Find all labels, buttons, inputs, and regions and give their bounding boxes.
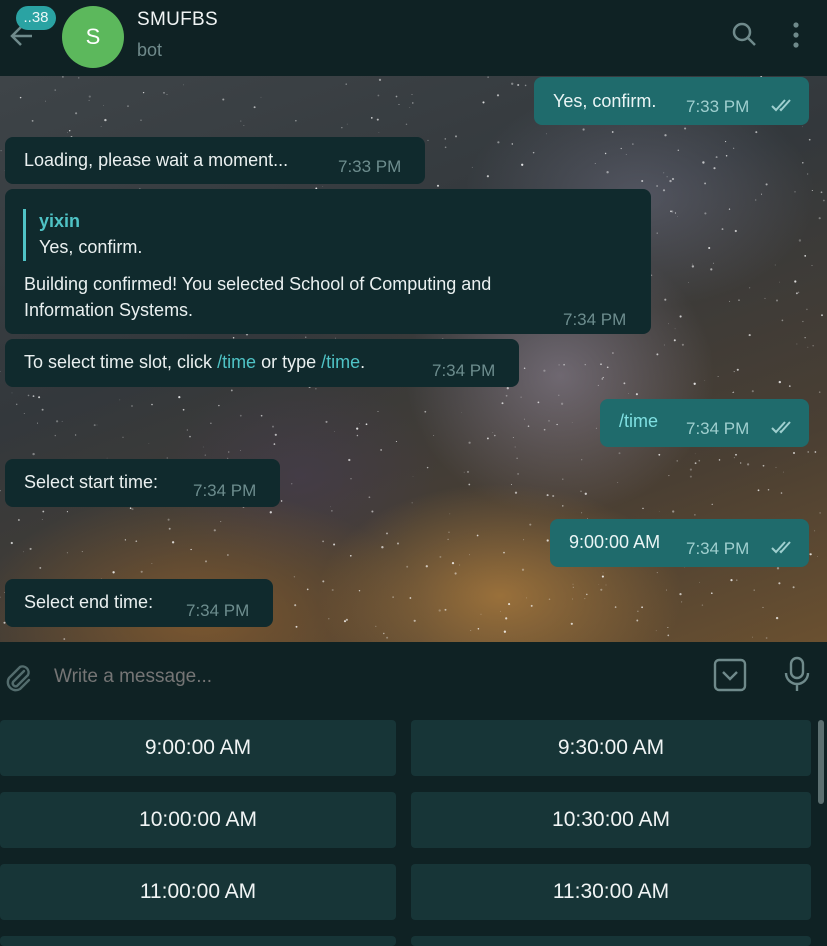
message-time: 7:34 PM [563,310,627,329]
message-text-part: or type [256,352,322,372]
avatar[interactable]: S [62,6,124,68]
bot-keyboard-toggle-icon[interactable] [713,658,747,692]
keyboard-button-time[interactable]: 11:00:00 AM [0,864,396,920]
message-time: 7:34 PM [686,419,750,438]
message-text: Loading, please wait a moment... [24,150,289,170]
message-text-part: To select time slot, click [24,352,218,372]
bot-reply-keyboard: 9:00:00 AM 9:30:00 AM 10:00:00 AM 10:30:… [0,712,827,946]
message-text: 9:00:00 AM [569,532,661,552]
message-text-line1: Building confirmed! You selected School … [24,274,492,294]
message-incoming[interactable]: Select end time: 7:34 PM [5,579,273,627]
microphone-icon[interactable] [782,656,812,694]
keyboard-button-time[interactable]: 11:30:00 AM [411,864,811,920]
message-outgoing[interactable]: Yes, confirm. 7:33 PM [534,77,809,125]
double-check-icon [771,541,791,554]
message-composer [0,642,827,712]
message-text: To select time slot, click /time or type… [24,349,365,375]
message-incoming-reply[interactable]: yixin Yes, confirm. Building confirmed! … [5,189,651,334]
keyboard-scrollbar[interactable] [818,720,824,804]
reply-author: yixin [39,211,81,231]
message-incoming[interactable]: Select start time: 7:34 PM [5,459,280,507]
message-input[interactable] [52,658,676,696]
search-icon[interactable] [730,20,758,48]
keyboard-button-time[interactable]: 9:00:00 AM [0,720,396,776]
keyboard-button-time[interactable]: 9:30:00 AM [411,720,811,776]
message-time: 7:34 PM [432,361,496,380]
message-time: 7:34 PM [686,539,750,558]
message-time: 7:34 PM [193,481,257,500]
keyboard-button-time[interactable]: 10:30:00 AM [411,792,811,848]
message-text-line2: Information Systems. [24,300,194,320]
unread-badge: ..38 [16,6,56,30]
chat-title[interactable]: SMUFBS [137,9,218,31]
message-incoming[interactable]: To select time slot, click /time or type… [5,339,519,387]
message-time: 7:33 PM [338,157,402,176]
keyboard-button-time[interactable]: 10:00:00 AM [0,792,396,848]
chat-subtitle: bot [137,40,163,60]
command-link[interactable]: /time [217,352,256,372]
message-time: 7:34 PM [186,601,250,620]
message-text-part: . [360,352,366,372]
double-check-icon [771,99,791,112]
keyboard-button-partial[interactable] [0,936,396,946]
message-text: Select end time: [24,592,154,612]
keyboard-button-partial[interactable] [411,936,811,946]
double-check-icon [771,421,791,434]
message-outgoing[interactable]: 9:00:00 AM 7:34 PM [550,519,809,567]
message-text[interactable]: /time [619,408,658,434]
reply-quote-bar [23,209,26,261]
chat-header: ..38 S SMUFBS bot [0,0,827,76]
message-outgoing[interactable]: /time 7:34 PM [600,399,809,447]
reply-text: Yes, confirm. [39,237,143,257]
message-time: 7:33 PM [686,97,750,116]
message-incoming[interactable]: Loading, please wait a moment... 7:33 PM [5,137,425,184]
more-vertical-icon[interactable] [786,20,806,50]
command-link[interactable]: /time [321,352,360,372]
message-text: Select start time: [24,472,159,492]
message-text: Yes, confirm. [553,91,657,111]
chat-area[interactable]: Yes, confirm. 7:33 PM Loading, please wa… [0,76,827,642]
attach-paperclip-icon[interactable] [2,662,34,694]
